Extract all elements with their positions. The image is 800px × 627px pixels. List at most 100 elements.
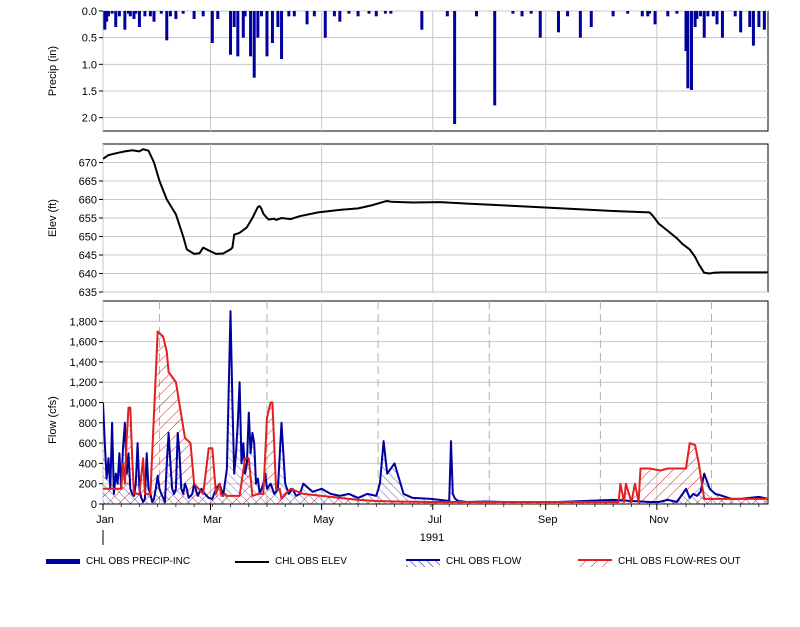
y-tick-label: 640 (79, 269, 97, 281)
precip-bar (232, 11, 236, 27)
precip-bar (699, 11, 703, 17)
precip-bar (123, 11, 127, 30)
precip-bar (511, 11, 515, 14)
legend-item-res-out: CHL OBS FLOW-RES OUT (578, 556, 741, 567)
legend-item-precip: CHL OBS PRECIP-INC (46, 556, 190, 567)
precip-bar (210, 11, 214, 43)
precip-bar (748, 11, 752, 27)
precip-bar (260, 11, 264, 17)
y-tick-label: 0 (91, 499, 97, 511)
precip-bar (686, 11, 690, 89)
x-tick-label: Mar (203, 514, 222, 526)
precip-bar (114, 11, 118, 27)
precip-bar (265, 11, 269, 57)
precip-bar (762, 11, 766, 30)
precip-bar (474, 11, 478, 17)
legend-item-flow: CHL OBS FLOW (406, 556, 521, 567)
y-tick-label: 800 (79, 418, 97, 430)
y-tick-label: 670 (79, 158, 97, 170)
precip-bar (276, 11, 280, 27)
precip-bar (256, 11, 260, 38)
precip-bar (137, 11, 141, 27)
precip-bar (702, 11, 706, 38)
black-line-swatch (235, 560, 269, 563)
y-tick-label: 1,800 (69, 316, 97, 328)
precip-bar (236, 11, 240, 57)
precip-bar (347, 11, 351, 14)
y-tick-label: 1,000 (69, 398, 97, 410)
precip-bar (715, 11, 719, 25)
precip-bar (640, 11, 644, 17)
y-tick-label: 655 (79, 213, 97, 225)
precip-bar (739, 11, 743, 33)
precip-bar (338, 11, 342, 22)
y-tick-label: 0.5 (82, 33, 97, 45)
precip-bar (711, 11, 715, 17)
y-tick-label: 660 (79, 195, 97, 207)
y-tick-label: 2.0 (82, 113, 97, 125)
precip-bar (249, 11, 253, 57)
precip-bar (648, 11, 652, 14)
precip-bar (493, 11, 497, 106)
y-tick-label: 1,600 (69, 337, 97, 349)
precip-bar (168, 11, 172, 17)
precip-bar (201, 11, 205, 17)
precip-bar (720, 11, 724, 38)
elev-y-ticks: 635 640 645 650 655 660 665 670 (79, 158, 103, 299)
legend: CHL OBS PRECIP-INC CHL OBS ELEV CHL OBS … (0, 556, 800, 572)
precip-bar (589, 11, 593, 27)
precip-bar (192, 11, 196, 19)
precip-bar (323, 11, 327, 38)
flow-ylabel: Flow (cfs) (47, 396, 59, 444)
precip-bar (566, 11, 570, 17)
y-tick-label: 1,400 (69, 357, 97, 369)
precip-bar (148, 11, 152, 17)
legend-label-elev: CHL OBS ELEV (275, 556, 347, 567)
precip-bar (252, 11, 256, 78)
precip-bar (757, 11, 761, 27)
precip-bar (389, 11, 393, 14)
x-axis-year-label: 1991 (420, 532, 444, 544)
thick-blue-bar-swatch (46, 558, 80, 564)
precip-bar (243, 11, 247, 17)
elev-panel: 635 640 645 650 655 660 665 670 Elev (ft) (47, 143, 769, 299)
y-tick-label: 650 (79, 232, 97, 244)
precip-bar (152, 11, 156, 22)
precip-bar (165, 11, 169, 41)
red-hatch-swatch (578, 558, 612, 567)
precip-bar (578, 11, 582, 38)
precip-panel: 0.0 0.5 1.0 1.5 2.0 Precip (in) (47, 6, 769, 132)
precip-bar (181, 11, 185, 14)
precip-bar (332, 11, 336, 17)
precip-bar (292, 11, 296, 17)
precip-bar (626, 11, 630, 14)
precip-bar (383, 11, 387, 14)
precip-bar (312, 11, 316, 17)
x-tick-label: Jul (428, 514, 442, 526)
precip-bar (159, 11, 163, 14)
precip-bar (453, 11, 457, 125)
hydrograph-chart: 0.0 0.5 1.0 1.5 2.0 Precip (in) 635 640 645 650… (47, 6, 769, 545)
y-tick-label: 600 (79, 438, 97, 450)
precip-bar (367, 11, 371, 14)
precip-ylabel: Precip (in) (47, 46, 59, 96)
precip-bar (110, 11, 114, 14)
y-tick-label: 1.5 (82, 86, 97, 98)
precip-bar (128, 11, 132, 17)
precip-bar (117, 11, 121, 17)
precip-bar (305, 11, 309, 25)
precip-bar (280, 11, 284, 59)
x-tick-label: Nov (649, 514, 669, 526)
precip-bar (695, 11, 699, 19)
precip-bar (751, 11, 755, 46)
y-tick-label: 0.0 (82, 6, 97, 18)
y-tick-label: 200 (79, 479, 97, 491)
precip-bar (666, 11, 670, 17)
blue-hatch-swatch (406, 558, 440, 567)
precip-bar (287, 11, 291, 17)
y-tick-label: 645 (79, 250, 97, 262)
precip-bar (174, 11, 178, 19)
precip-bar (675, 11, 679, 14)
y-tick-label: 1,200 (69, 377, 97, 389)
x-tick-label: Jan (96, 514, 114, 526)
